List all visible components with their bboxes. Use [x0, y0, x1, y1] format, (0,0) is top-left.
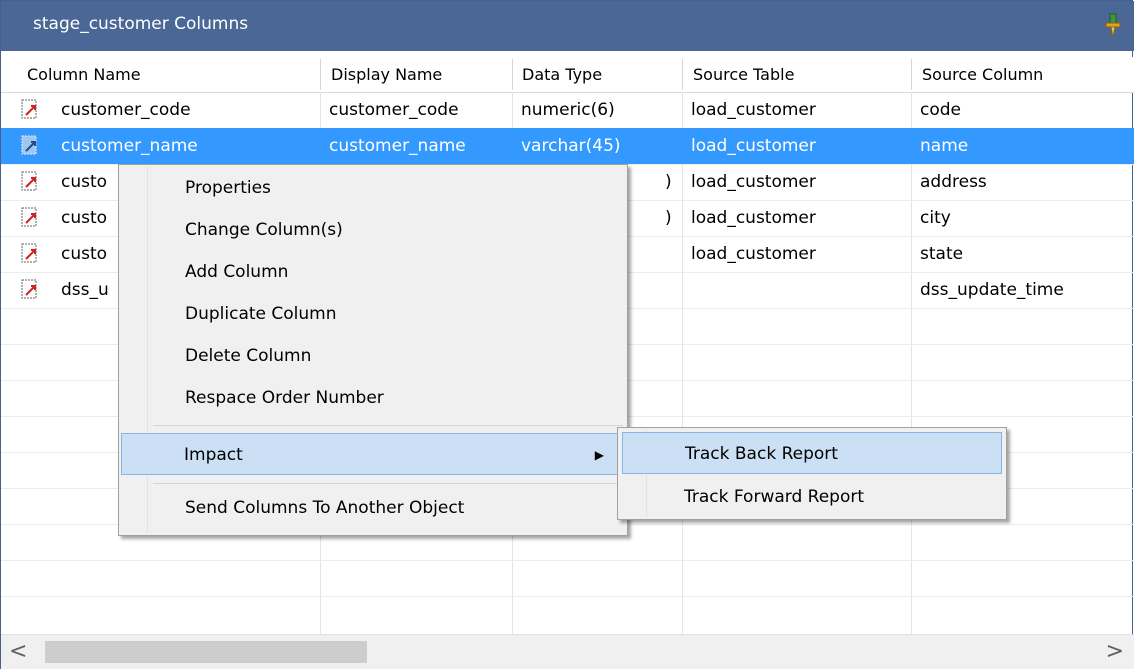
- cell-source-column: name: [920, 136, 969, 156]
- scroll-left-icon[interactable]: <: [9, 639, 27, 665]
- menu-item-add-column[interactable]: Add Column: [121, 251, 625, 293]
- header-display-name[interactable]: Display Name: [323, 57, 511, 92]
- menu-item-delete-column[interactable]: Delete Column: [121, 335, 625, 377]
- context-menu: Properties Change Column(s) Add Column D…: [118, 164, 628, 536]
- menu-item-properties[interactable]: Properties: [121, 167, 625, 209]
- impact-submenu: Track Back Report Track Forward Report: [617, 427, 1007, 520]
- cell-source-column: state: [920, 244, 964, 264]
- cell-source-column: city: [920, 208, 951, 228]
- cell-source-column: address: [920, 172, 987, 192]
- cell-source-column: code: [920, 100, 961, 120]
- menu-item-duplicate-column[interactable]: Duplicate Column: [121, 293, 625, 335]
- menu-item-send-columns[interactable]: Send Columns To Another Object: [121, 487, 625, 529]
- cell-data-type: numeric(6): [521, 100, 615, 120]
- submenu-arrow-icon: ▶: [594, 448, 604, 462]
- cell-display-name: customer_code: [329, 100, 459, 120]
- cell-source-table: load_customer: [691, 172, 816, 192]
- table-row[interactable]: customer_code customer_code numeric(6) l…: [1, 92, 1134, 128]
- pin-icon[interactable]: [1102, 13, 1124, 39]
- menu-item-track-back-report[interactable]: Track Back Report: [622, 432, 1002, 474]
- title-bar: stage_customer Columns: [1, 1, 1134, 51]
- cell-source-table: load_customer: [691, 100, 816, 120]
- menu-item-respace-order-number[interactable]: Respace Order Number: [121, 377, 625, 419]
- window-title: stage_customer Columns: [33, 14, 249, 34]
- header-source-column[interactable]: Source Column: [914, 57, 1134, 92]
- header-column-name[interactable]: Column Name: [19, 57, 319, 92]
- cell-source-table: load_customer: [691, 136, 816, 156]
- cell-source-table: [683, 272, 911, 308]
- cell-source-table: load_customer: [691, 208, 816, 228]
- cell-source-column: dss_update_time: [920, 280, 1064, 300]
- scroll-right-icon[interactable]: >: [1106, 639, 1124, 665]
- table-row-selected[interactable]: customer_name customer_name varchar(45) …: [1, 128, 1134, 164]
- cell-display-name: customer_name: [329, 136, 466, 156]
- horizontal-scrollbar[interactable]: < >: [1, 634, 1134, 669]
- scrollbar-thumb[interactable]: [45, 641, 367, 663]
- menu-item-track-forward-report[interactable]: Track Forward Report: [622, 476, 1002, 518]
- header-source-table[interactable]: Source Table: [685, 57, 907, 92]
- cell-column-name: customer_code: [61, 100, 191, 120]
- menu-item-impact[interactable]: Impact ▶: [121, 433, 625, 475]
- header-data-type[interactable]: Data Type: [514, 57, 680, 92]
- cell-data-type: varchar(45): [521, 136, 621, 156]
- cell-source-table: load_customer: [691, 244, 816, 264]
- column-header-row: Column Name Display Name Data Type Sourc…: [1, 57, 1134, 93]
- menu-item-change-columns[interactable]: Change Column(s): [121, 209, 625, 251]
- cell-column-name: customer_name: [61, 136, 198, 156]
